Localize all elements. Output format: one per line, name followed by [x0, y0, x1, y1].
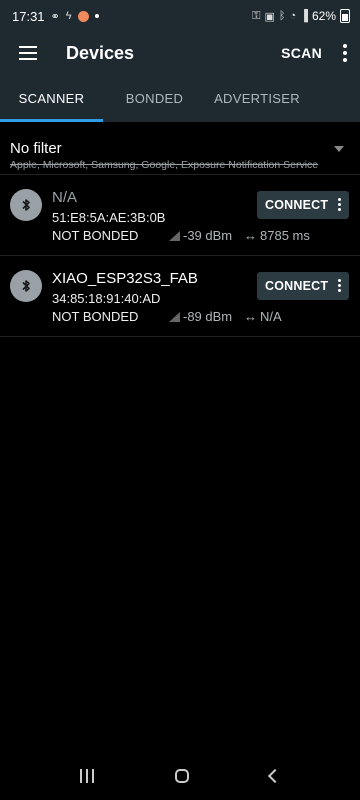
status-left: 17:31 ⚭ ϟ [12, 9, 99, 24]
filter-title: No filter [10, 140, 62, 157]
tab-advertiser[interactable]: ADVERTISER [206, 74, 308, 122]
status-bar: 17:31 ⚭ ϟ ⚿ ▣ ᛒ ◔ ▐ 62% [0, 0, 360, 32]
filter-dropdown[interactable]: No filter Apple, Microsoft, Samsung, Goo… [0, 130, 360, 172]
connect-overflow-icon[interactable] [338, 279, 341, 292]
interval-arrows-icon: ↔ [244, 309, 257, 324]
bond-state: NOT BONDED [52, 309, 139, 324]
connect-button[interactable]: CONNECT [257, 191, 349, 219]
wifi-icon: ◔ [289, 10, 297, 22]
connect-overflow-icon[interactable] [338, 198, 341, 211]
key-icon: ⚿ [252, 9, 261, 22]
bluetooth-icon: ᛒ [278, 10, 286, 22]
bluetooth-icon [10, 189, 42, 221]
rssi-value: -39 dBm [183, 228, 233, 243]
lock-icon: ▣ [264, 10, 275, 23]
dot-icon [94, 14, 99, 18]
device-list-item[interactable]: XIAO_ESP32S3_FAB 34:85:18:91:40:AD NOT B… [0, 255, 360, 337]
link-icon: ⚭ [50, 10, 60, 23]
connect-label: CONNECT [265, 279, 329, 293]
device-address: 34:85:18:91:40:AD [52, 291, 161, 306]
device-name: N/A [52, 189, 78, 206]
interval-readout: ↔ N/A [244, 309, 282, 324]
orange-dot-icon [77, 10, 89, 22]
chevron-down-icon [334, 146, 344, 152]
bluetooth-icon [10, 270, 42, 302]
page-title: Devices [66, 42, 135, 63]
signal-strength-icon [168, 311, 180, 322]
device-address: 51:E8:5A:AE:3B:0B [52, 210, 166, 225]
status-right: ⚿ ▣ ᛒ ◔ ▐ 62% [252, 9, 350, 23]
system-nav-bar [0, 752, 360, 800]
connect-button[interactable]: CONNECT [257, 272, 349, 300]
home-icon[interactable] [174, 769, 189, 783]
menu-icon[interactable] [0, 32, 56, 74]
recent-apps-icon[interactable] [80, 769, 95, 783]
interval-readout: ↔ 8785 ms [244, 228, 310, 243]
tab-bar: SCANNER BONDED ADVERTISER [0, 74, 360, 122]
device-list-item[interactable]: N/A 51:E8:5A:AE:3B:0B NOT BONDED -39 dBm… [0, 174, 360, 256]
overflow-menu-icon[interactable] [330, 44, 360, 62]
rssi-readout: -89 dBm [168, 309, 232, 324]
interval-value: N/A [260, 309, 282, 324]
app-bar: Devices SCAN [0, 32, 360, 74]
battery-percent: 62% [311, 9, 336, 23]
signal-strength-icon [168, 230, 180, 241]
connect-label: CONNECT [265, 198, 329, 212]
rssi-value: -89 dBm [183, 309, 233, 324]
device-name: XIAO_ESP32S3_FAB [52, 270, 198, 287]
tab-bonded[interactable]: BONDED [103, 74, 206, 122]
status-time: 17:31 [12, 8, 45, 24]
signal-icon: ϟ [65, 10, 72, 22]
interval-value: 8785 ms [260, 228, 310, 243]
tab-scanner[interactable]: SCANNER [0, 74, 103, 122]
filter-subtitle: Apple, Microsoft, Samsung, Google, Expos… [10, 159, 319, 171]
cell-signal-icon: ▐ [300, 10, 308, 22]
rssi-readout: -39 dBm [168, 228, 232, 243]
back-icon[interactable] [267, 768, 282, 784]
battery-icon [340, 9, 350, 23]
scan-button[interactable]: SCAN [273, 37, 330, 69]
bond-state: NOT BONDED [52, 228, 139, 243]
interval-arrows-icon: ↔ [244, 228, 257, 243]
